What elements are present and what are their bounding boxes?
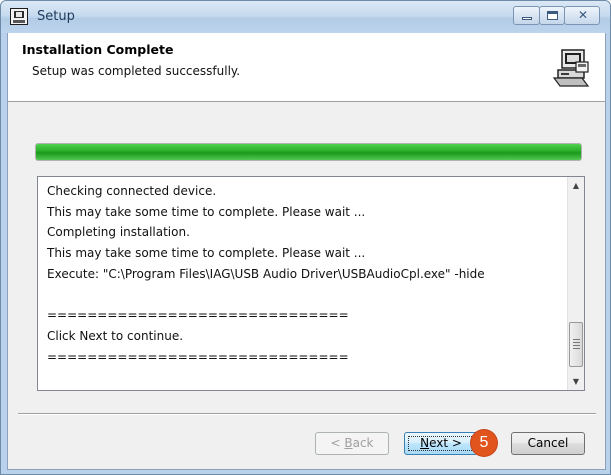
- back-label-prefix: <: [330, 436, 345, 450]
- window-title: Setup: [37, 9, 75, 24]
- step-number-badge: 5: [471, 430, 497, 456]
- footer-separator: [18, 413, 596, 415]
- close-icon: ✕: [577, 8, 589, 22]
- log-line: This may take some time to complete. Ple…: [47, 246, 366, 261]
- log-line: Completing installation.: [47, 225, 190, 240]
- focus-rectangle: [408, 436, 474, 451]
- header-panel: Installation Complete Setup was complete…: [8, 33, 605, 102]
- log-line: Execute: "C:\Program Files\IAG\USB Audio…: [47, 266, 485, 281]
- log-line: Click Next to continue.: [47, 328, 184, 343]
- log-line: Checking connected device.: [47, 184, 217, 198]
- minimize-button[interactable]: [513, 6, 540, 25]
- minimize-icon: [522, 17, 532, 20]
- cancel-button[interactable]: Cancel: [511, 432, 585, 455]
- installer-computer-icon: [552, 49, 590, 87]
- scroll-down-arrow-icon[interactable]: ▼: [568, 373, 584, 390]
- page-subtitle: Setup was completed successfully.: [32, 64, 241, 78]
- title-bar[interactable]: Setup ✕: [1, 1, 610, 33]
- log-line: ==============================: [47, 308, 349, 323]
- maximize-button[interactable]: [539, 6, 565, 25]
- back-button[interactable]: < Back: [315, 432, 389, 455]
- installation-progress-bar: [35, 143, 582, 161]
- back-label-accesskey: B: [344, 436, 353, 450]
- setup-window: Setup ✕ Installation Complete Setup was …: [0, 0, 611, 475]
- close-button[interactable]: ✕: [564, 6, 600, 25]
- dialog-body: Installation Complete Setup was complete…: [7, 33, 606, 470]
- maximize-icon: [547, 11, 558, 20]
- page-title: Installation Complete: [22, 42, 174, 57]
- next-button[interactable]: Next >: [404, 432, 478, 455]
- back-label-suffix: ack: [352, 436, 374, 450]
- scroll-up-arrow-icon[interactable]: ▲: [568, 177, 584, 194]
- install-log-textbox[interactable]: Checking connected device. This may take …: [37, 176, 585, 391]
- log-scrollbar[interactable]: ▲ ▼: [567, 177, 584, 390]
- scroll-thumb[interactable]: [569, 322, 583, 367]
- log-line: ==============================: [47, 349, 349, 364]
- progress-fill: [36, 144, 581, 160]
- log-lines: Checking connected device. This may take …: [47, 181, 557, 367]
- log-line: This may take some time to complete. Ple…: [47, 204, 366, 219]
- setup-app-icon[interactable]: [10, 8, 28, 25]
